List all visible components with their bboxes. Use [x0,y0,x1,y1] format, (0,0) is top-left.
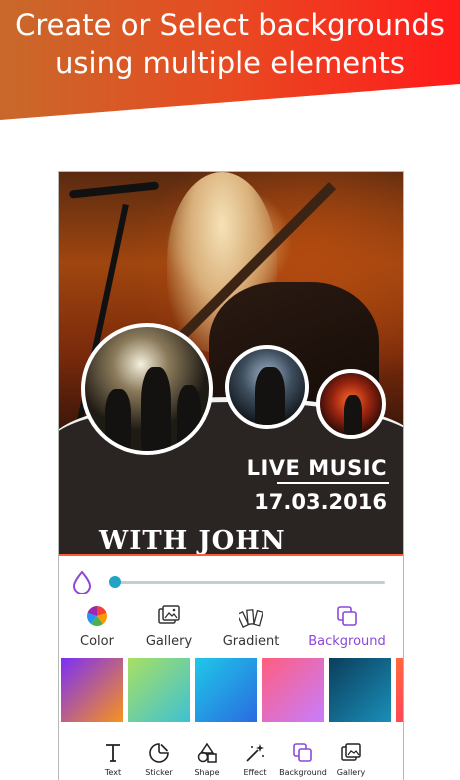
text-icon [106,744,120,762]
stage-performer-silhouette [344,395,362,435]
tool-text[interactable]: Text [89,742,137,780]
photo-circle-stage[interactable] [316,369,386,439]
tool-background-label: Background [279,768,327,777]
tool-sticker-label: Sticker [145,768,173,777]
tab-color-label: Color [80,634,114,649]
background-swatch[interactable] [61,658,123,722]
opacity-slider-track[interactable] [115,581,385,584]
tab-color[interactable]: Color [59,604,137,656]
tool-effect-label: Effect [243,768,267,777]
band-member-silhouette [141,367,171,451]
band-member-silhouette [105,389,131,449]
opacity-slider-row [71,570,391,594]
guitarist-silhouette [255,367,285,425]
background-swatch[interactable] [195,658,257,722]
bottom-toolbar: Text Sticker Shape Effect Background Gal… [59,742,403,780]
promo-headline: Create or Select backgrounds using multi… [0,6,460,82]
gallery-icon [341,743,361,761]
opacity-drop-icon [72,570,92,594]
tab-gallery-label: Gallery [145,634,193,649]
promo-headline-line-1: Create or Select backgrounds [15,8,445,42]
background-swatch[interactable] [128,658,190,722]
promo-headline-line-2: using multiple elements [55,46,405,80]
tool-sticker[interactable]: Sticker [135,742,183,780]
background-swatch[interactable] [262,658,324,722]
poster-date[interactable]: 17.03.2016 [254,490,387,514]
background-layers-icon [337,606,357,626]
screenshot-page: Create or Select backgrounds using multi… [0,0,460,780]
background-tabs: Color Gallery Gradient Background [59,604,403,656]
band-member-silhouette [177,385,201,449]
tool-shape-label: Shape [194,768,220,777]
background-swatch[interactable] [396,658,403,722]
magic-wand-icon [246,744,264,762]
opacity-slider-thumb[interactable] [109,576,121,588]
poster-canvas[interactable]: LIVE MUSIC 17.03.2016 WITH JOHN SMITH [59,172,403,558]
gallery-icon [158,605,180,624]
tab-background-label: Background [308,634,386,649]
gradient-swatch-icon [239,609,263,628]
tab-gradient-label: Gradient [222,634,280,649]
tool-gallery[interactable]: Gallery [327,742,375,780]
tool-background[interactable]: Background [277,742,329,780]
background-swatch-strip [61,658,403,722]
shape-icon [197,742,217,763]
promo-banner: Create or Select backgrounds using multi… [0,0,460,120]
tool-effect[interactable]: Effect [231,742,279,780]
tab-background[interactable]: Background [303,604,391,656]
tool-gallery-label: Gallery [336,768,366,777]
sticker-icon [149,743,169,763]
tab-gallery[interactable]: Gallery [129,604,209,656]
tool-shape[interactable]: Shape [183,742,231,780]
photo-circle-guitarist[interactable] [225,345,309,429]
poster-headline[interactable]: LIVE MUSIC [247,456,387,480]
background-layers-icon [293,743,312,762]
phone-frame: LIVE MUSIC 17.03.2016 WITH JOHN SMITH [58,171,404,780]
poster-divider [277,482,389,484]
background-swatch[interactable] [329,658,391,722]
tab-gradient[interactable]: Gradient [211,604,291,656]
tool-text-label: Text [104,768,122,777]
photo-circle-band[interactable] [81,323,213,455]
color-wheel-icon [87,606,107,626]
background-tools-panel: Color Gallery Gradient Background Text S… [59,554,403,780]
